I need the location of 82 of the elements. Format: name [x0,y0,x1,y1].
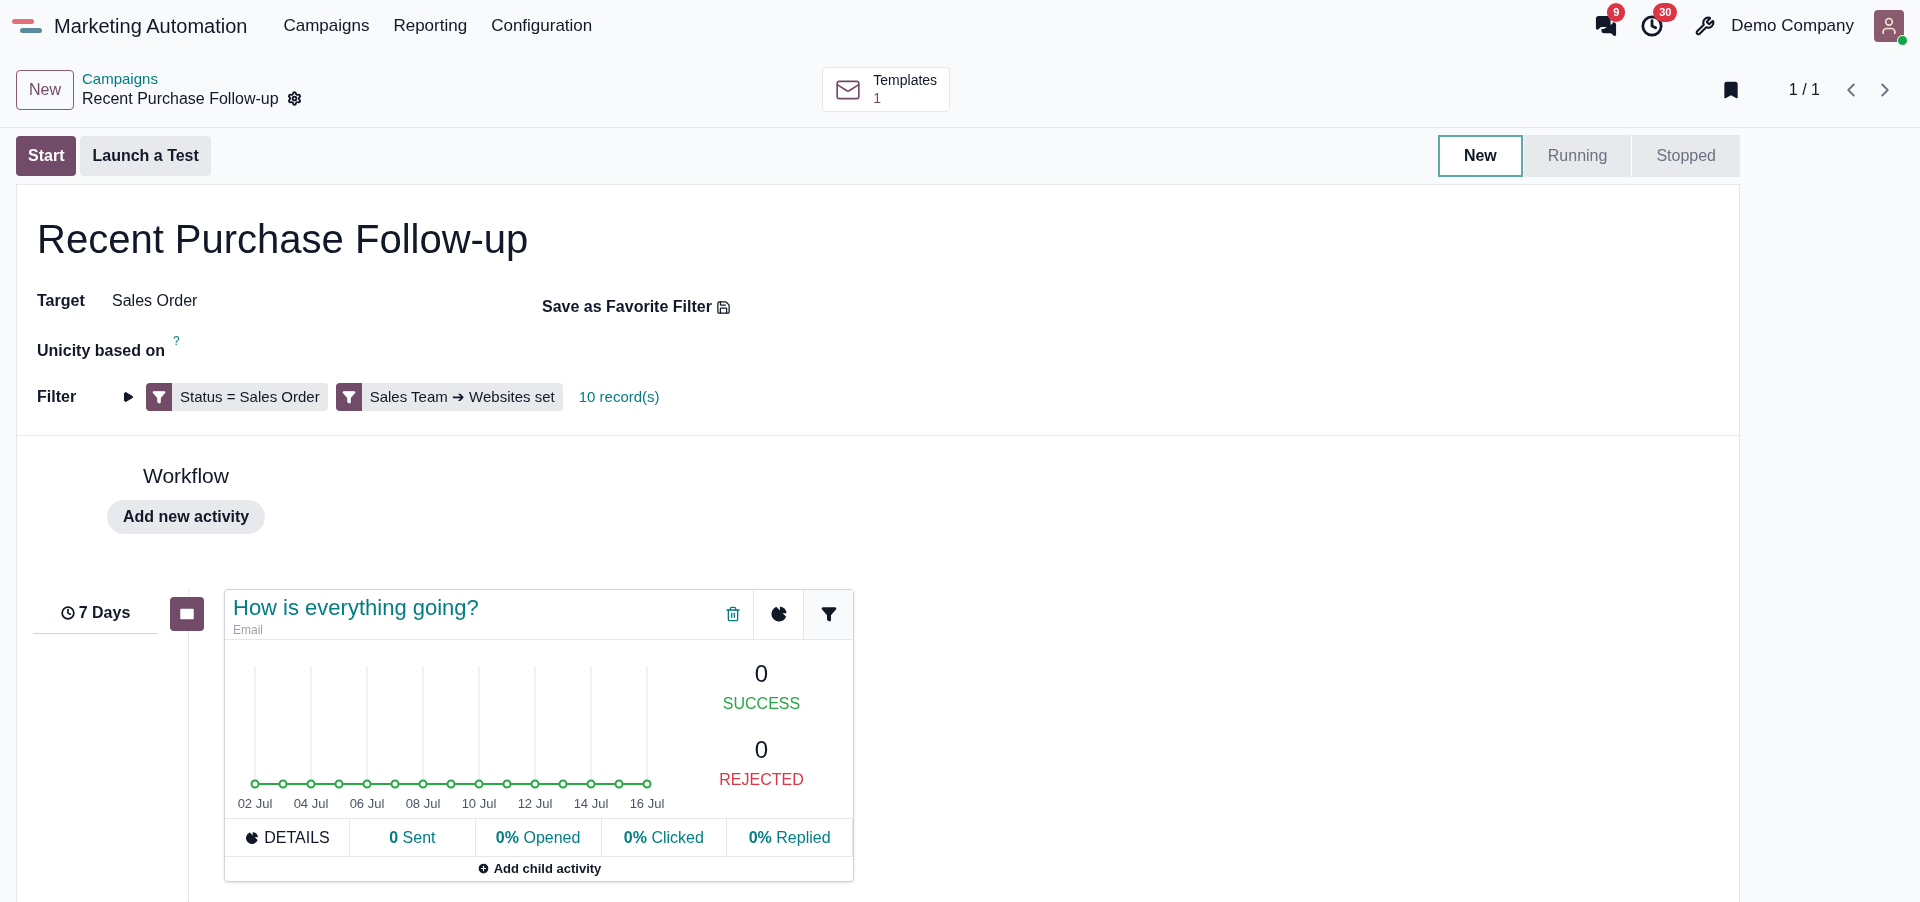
campaign-title[interactable]: Recent Purchase Follow-up [37,209,1719,269]
axis-label: 14 Jul [573,796,609,811]
stat-button[interactable]: 0% Opened [475,819,602,856]
axis-label: 02 Jul [237,796,273,811]
filter-icon [820,606,837,623]
add-child-activity-button[interactable]: Add child activity [225,856,853,881]
axis-label: 12 Jul [517,796,553,811]
activity-name[interactable]: How is everything going? [233,593,717,621]
details-button[interactable]: DETAILS [225,819,350,856]
status-stage[interactable]: Stopped [1631,135,1740,177]
data-point [558,779,568,789]
data-point [278,779,288,789]
data-point [502,779,512,789]
data-point [418,779,428,789]
filter-tag[interactable]: Sales Team ➔ Websites set [335,383,563,411]
records-link[interactable]: 10 record(s) [578,385,660,409]
delete-icon[interactable] [725,605,741,622]
target-value[interactable]: Sales Order [112,289,198,313]
stat-button[interactable]: 0 Sent [350,819,476,856]
save-icon [715,299,731,315]
axis-label: 06 Jul [349,796,385,811]
delay-label: 7 Days [33,600,158,634]
add-activity-button[interactable]: Add new activity [107,499,266,534]
axis-label: 04 Jul [293,796,329,811]
new-button[interactable]: New [16,69,74,110]
data-point [474,779,484,789]
filter-icon [341,390,356,404]
status-stage[interactable]: Running [1522,135,1632,177]
stat-button[interactable]: 0% Replied [727,819,853,856]
clock-icon [60,605,75,620]
data-point [642,779,652,789]
field-label: Target [37,291,86,311]
menu-item[interactable]: Configuration [479,5,605,47]
stat-button[interactable]: 0% Clicked [601,819,728,856]
filter-tag[interactable]: Status = Sales Order [146,383,328,411]
pie-chart-icon [768,604,789,625]
action-button[interactable]: Launch a Test [80,136,211,176]
field-label: Unicity based on [37,341,166,361]
axis-label: 16 Jul [629,796,665,811]
expand-icon[interactable] [122,391,134,403]
notification-badge: 30 [1653,3,1678,22]
data-point [334,779,344,789]
tools-icon[interactable] [1695,16,1716,36]
menu-item[interactable]: Campaigns [271,5,382,47]
axis-label: 08 Jul [405,796,441,811]
company-name[interactable]: Demo Company [1731,13,1854,39]
data-point [250,779,260,789]
plus-icon [476,862,490,876]
data-point [306,779,316,789]
filter-icon [152,390,166,404]
pager-value[interactable]: 1 / 1 [1788,77,1820,102]
activities-icon[interactable] [1641,15,1664,37]
app-name: Marketing Automation [54,14,248,39]
data-point [586,779,596,789]
data-point [614,779,624,789]
breadcrumb-link[interactable]: Campaigns [82,70,302,89]
menu-item[interactable]: Reporting [381,5,480,47]
save-favorite-filter-button[interactable]: Save as Favorite Filter [542,295,731,319]
success-count: 0 [754,659,769,689]
settings-icon[interactable] [286,91,302,107]
axis-label: 10 Jul [461,796,497,811]
data-point [530,779,540,789]
filter-tab[interactable] [803,589,853,639]
field-label: Filter [37,387,78,407]
app-logo-icon [12,17,42,35]
notification-badge: 9 [1607,3,1626,22]
record-name: Recent Purchase Follow-up [82,88,279,109]
data-point [446,779,456,789]
help-tooltip[interactable]: ? [173,335,180,347]
activity-type: Email [233,622,264,639]
success-label: SUCCESS [722,694,801,714]
status-stage[interactable]: New [1437,135,1523,177]
action-button[interactable]: Start [16,136,77,176]
rejected-label: REJECTED [719,770,804,790]
templates-button[interactable]: Templates 1 [822,67,951,112]
email-type-icon [170,596,204,631]
workflow-title: Workflow [143,463,230,489]
data-point [362,779,372,789]
pie-chart-icon [244,829,261,846]
messages-icon[interactable] [1595,15,1618,37]
rejected-count: 0 [754,735,769,765]
data-point [390,779,400,789]
